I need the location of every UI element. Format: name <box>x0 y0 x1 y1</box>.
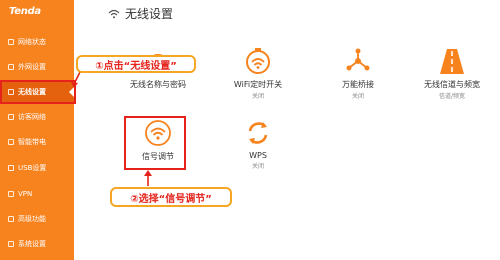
sidebar-item-label: 网络状态 <box>18 38 46 46</box>
wps-icon <box>248 122 268 144</box>
tile-label: 无线名称与密码 <box>130 80 186 89</box>
page-header: 无线设置 <box>108 5 173 22</box>
sidebar-item-guest-network[interactable]: 访客网络 <box>0 106 74 128</box>
network-status-icon <box>8 39 14 45</box>
tile-wps[interactable]: WPS 关闭 <box>210 118 306 180</box>
sidebar-item-label: 外网设置 <box>18 63 46 71</box>
signal-adjust-highlight <box>124 116 186 170</box>
sidebar-item-wan-settings[interactable]: 外网设置 <box>0 56 74 78</box>
advanced-icon <box>8 216 14 222</box>
sidebar-item-label: 系统设置 <box>18 240 46 248</box>
sidebar-item-label: VPN <box>18 190 33 198</box>
arrow-icon <box>144 170 152 186</box>
sidebar-highlight <box>0 80 76 104</box>
sidebar-item-label: 访客网络 <box>18 113 46 121</box>
page-title: 无线设置 <box>125 7 174 21</box>
tile-universal-bridge[interactable]: 万能桥接 关闭 <box>310 46 406 108</box>
tile-label: 无线信道与频宽 <box>424 80 480 89</box>
vpn-icon <box>8 191 14 197</box>
wifi-timer-icon <box>246 48 270 74</box>
bridge-icon <box>346 48 370 71</box>
usb-icon <box>8 165 14 171</box>
tile-status: 关闭 <box>251 93 264 100</box>
tile-label: WPS <box>249 151 267 160</box>
tile-channel-bandwidth[interactable]: 无线信道与频宽 信道/频宽 <box>404 46 500 108</box>
sidebar: Tenda 网络状态 外网设置 无线设置 访客网络 智能带电 USB设置 VPN… <box>0 0 74 260</box>
step1-callout: ①点击“无线设置” <box>76 55 196 73</box>
tile-label: WiFi定时开关 <box>233 80 283 89</box>
sidebar-item-advanced[interactable]: 高级功能 <box>0 208 74 230</box>
wifi-icon <box>108 9 120 18</box>
tile-wifi-timer[interactable]: WiFi定时开关 关闭 <box>210 46 306 108</box>
smart-power-icon <box>8 139 14 145</box>
sidebar-item-label: 智能带电 <box>18 138 46 146</box>
sidebar-item-vpn[interactable]: VPN <box>0 183 74 205</box>
tile-label: 万能桥接 <box>342 80 374 89</box>
tile-status: 信道/频宽 <box>438 93 466 100</box>
road-icon <box>440 49 464 74</box>
sidebar-item-network-status[interactable]: 网络状态 <box>0 31 74 53</box>
sidebar-item-smart-power[interactable]: 智能带电 <box>0 131 74 153</box>
sidebar-item-label: USB设置 <box>18 164 47 172</box>
wan-settings-icon <box>8 64 14 70</box>
tile-status: 关闭 <box>251 163 264 170</box>
tenda-logo: Tenda <box>9 6 41 17</box>
guest-network-icon <box>8 114 14 120</box>
sidebar-item-system-settings[interactable]: 系统设置 <box>0 233 74 255</box>
arrow-icon <box>71 71 81 88</box>
sidebar-item-usb[interactable]: USB设置 <box>0 157 74 179</box>
system-settings-icon <box>8 241 14 247</box>
tile-status: 关闭 <box>351 93 364 100</box>
sidebar-item-label: 高级功能 <box>18 215 46 223</box>
step2-callout: ②选择“信号调节” <box>110 187 232 207</box>
